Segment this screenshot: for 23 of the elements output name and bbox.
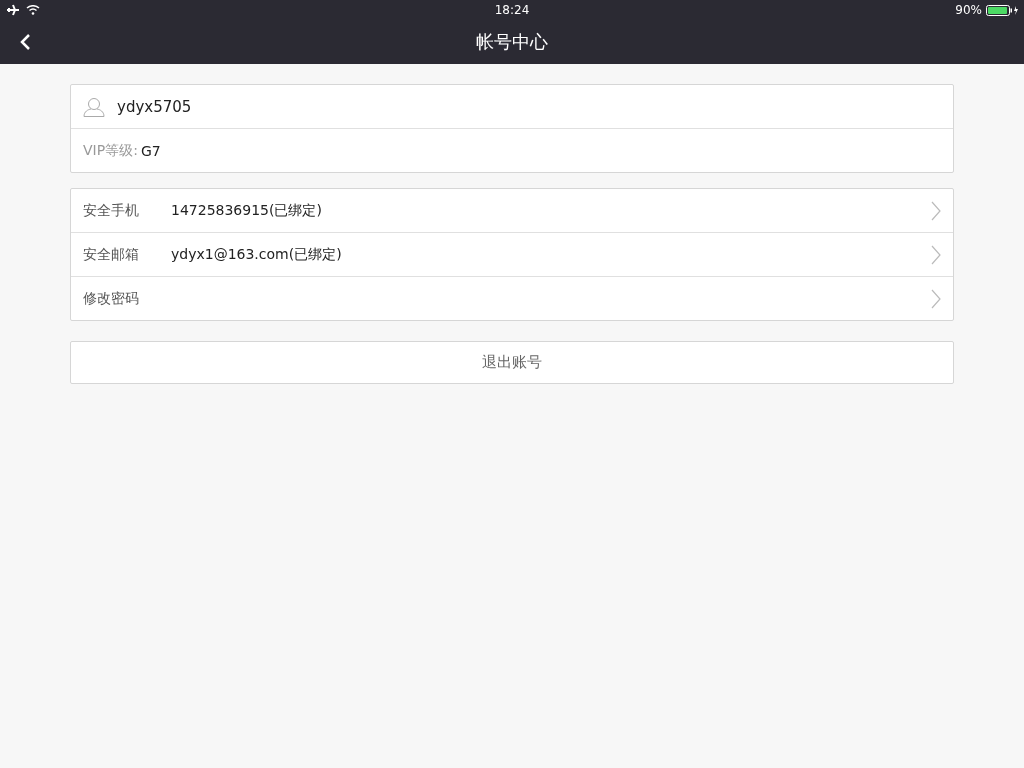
settings-row[interactable]: 安全邮箱 ydyx1@163.com(已绑定) — [71, 232, 953, 276]
airplane-icon — [6, 4, 20, 16]
wifi-icon — [26, 5, 40, 15]
vip-label: VIP等级: — [83, 141, 138, 160]
vip-level: G7 — [140, 142, 161, 159]
back-icon — [19, 33, 31, 51]
battery-icon — [986, 4, 1018, 16]
page-title: 帐号中心 — [476, 30, 548, 54]
row-value: 14725836915(已绑定) — [171, 201, 322, 220]
chevron-icon — [931, 288, 941, 309]
logout-button[interactable]: 退出账号 — [70, 341, 954, 384]
row-label: 安全手机 — [83, 201, 140, 220]
user-icon — [83, 96, 105, 117]
status-time: 18:24 — [494, 3, 530, 17]
battery-percent: 90% — [955, 3, 982, 17]
row-label: 安全邮箱 — [83, 245, 140, 264]
chevron-icon — [931, 200, 941, 221]
row-label: 修改密码 — [83, 289, 140, 308]
row-value: ydyx1@163.com(已绑定) — [171, 245, 342, 264]
settings-row[interactable]: 修改密码 — [71, 276, 953, 320]
username: ydyx5705 — [117, 97, 192, 116]
chevron-icon — [931, 244, 941, 265]
settings-row[interactable]: 安全手机 14725836915(已绑定) — [71, 189, 953, 232]
